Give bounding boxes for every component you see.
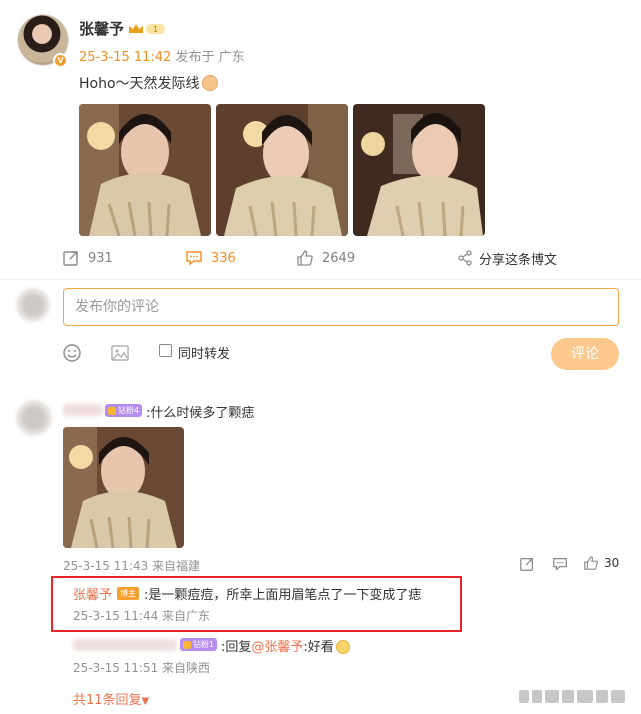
image-upload-icon[interactable] <box>110 343 130 363</box>
reply-text: :是一颗痘痘，所幸上面用眉笔点了一下变成了痣 <box>144 588 422 603</box>
crown-icon <box>108 406 116 415</box>
post-meta: 25-3-15 11:42 发布于 广东 <box>79 46 245 65</box>
comment-input[interactable]: 发布你的评论 <box>63 288 619 326</box>
commenter-name[interactable] <box>63 404 103 416</box>
reply-meta: 25-3-15 11:51 来自陕西 <box>73 661 211 675</box>
verified-icon: V <box>53 53 68 68</box>
thumbs-up-icon <box>297 250 313 266</box>
comment-meta: 25-3-15 11:43 来自福建 <box>63 559 201 573</box>
post-text: Hoho～天然发际线 <box>79 73 218 93</box>
post-location: 发布于 广东 <box>175 50 245 65</box>
comment-icon <box>186 251 202 266</box>
thinking-emoji-icon <box>335 640 350 654</box>
post-text-content: Hoho～天然发际线 <box>79 76 200 92</box>
emoji-picker-icon[interactable] <box>62 343 82 363</box>
watermark <box>519 686 629 706</box>
more-replies-label: 共11条回复 <box>73 693 142 708</box>
comment-reply-icon[interactable] <box>552 556 568 572</box>
comment-like-button[interactable]: 30 <box>583 555 619 571</box>
emoji-icon <box>201 75 218 91</box>
reply-text: :回复@张馨予:好看 <box>221 636 350 655</box>
commenter-avatar[interactable] <box>16 400 52 436</box>
post-photo-3[interactable] <box>353 104 485 236</box>
comment-photo[interactable] <box>63 427 184 548</box>
reply-prefix: :回复 <box>221 640 252 655</box>
vip-crown-icon: 1 <box>129 24 165 34</box>
current-user-avatar <box>16 288 50 322</box>
fan-badge-label: 钻粉4 <box>118 406 140 415</box>
divider <box>0 279 641 280</box>
reply-header: 张馨予 博主 :是一颗痘痘，所幸上面用眉笔点了一下变成了痣 <box>73 584 421 603</box>
comment-count: 336 <box>211 250 236 266</box>
repost-count: 931 <box>88 250 113 266</box>
host-badge: 博主 <box>117 587 140 600</box>
fan-badge-label: 钻粉1 <box>193 640 215 649</box>
svg-text:1: 1 <box>153 25 158 34</box>
repost-checkbox-label[interactable]: 同时转发 <box>178 343 230 362</box>
post-photo-2[interactable] <box>216 104 348 236</box>
repost-icon <box>63 251 78 266</box>
comment-text: :什么时候多了颗痣 <box>146 406 255 421</box>
author-name[interactable]: 张馨予 <box>79 18 124 39</box>
reply-suffix: :好看 <box>303 640 334 655</box>
repost-button[interactable]: 931 <box>62 248 113 268</box>
more-replies-link[interactable]: 共11条回复▼ <box>73 689 149 708</box>
crown-icon <box>183 640 191 649</box>
reply-author-name[interactable]: 张馨予 <box>73 584 112 603</box>
caret-down-icon: ▼ <box>141 696 150 707</box>
mention-link[interactable]: @张馨予 <box>251 640 303 655</box>
share-label: 分享这条博文 <box>479 252 558 268</box>
post-time[interactable]: 25-3-15 11:42 <box>79 50 171 65</box>
reply-meta: 25-3-15 11:44 来自广东 <box>73 609 211 623</box>
repost-checkbox[interactable] <box>159 344 172 357</box>
like-button[interactable]: 2649 <box>296 248 355 268</box>
comment-repost-icon[interactable] <box>519 556 535 572</box>
post-photo-1[interactable] <box>79 104 211 236</box>
reply-author-name[interactable] <box>73 639 177 651</box>
comment-like-count: 30 <box>604 556 620 570</box>
comment-button[interactable]: 336 <box>185 248 236 268</box>
submit-comment-button[interactable]: 评论 <box>551 338 619 370</box>
like-count: 2649 <box>322 250 356 266</box>
share-icon <box>458 250 472 266</box>
fan-badge: 钻粉4 <box>105 404 143 417</box>
fan-badge: 钻粉1 <box>180 638 218 651</box>
share-button[interactable]: 分享这条博文 <box>457 248 557 268</box>
thumbs-up-icon <box>584 556 598 570</box>
